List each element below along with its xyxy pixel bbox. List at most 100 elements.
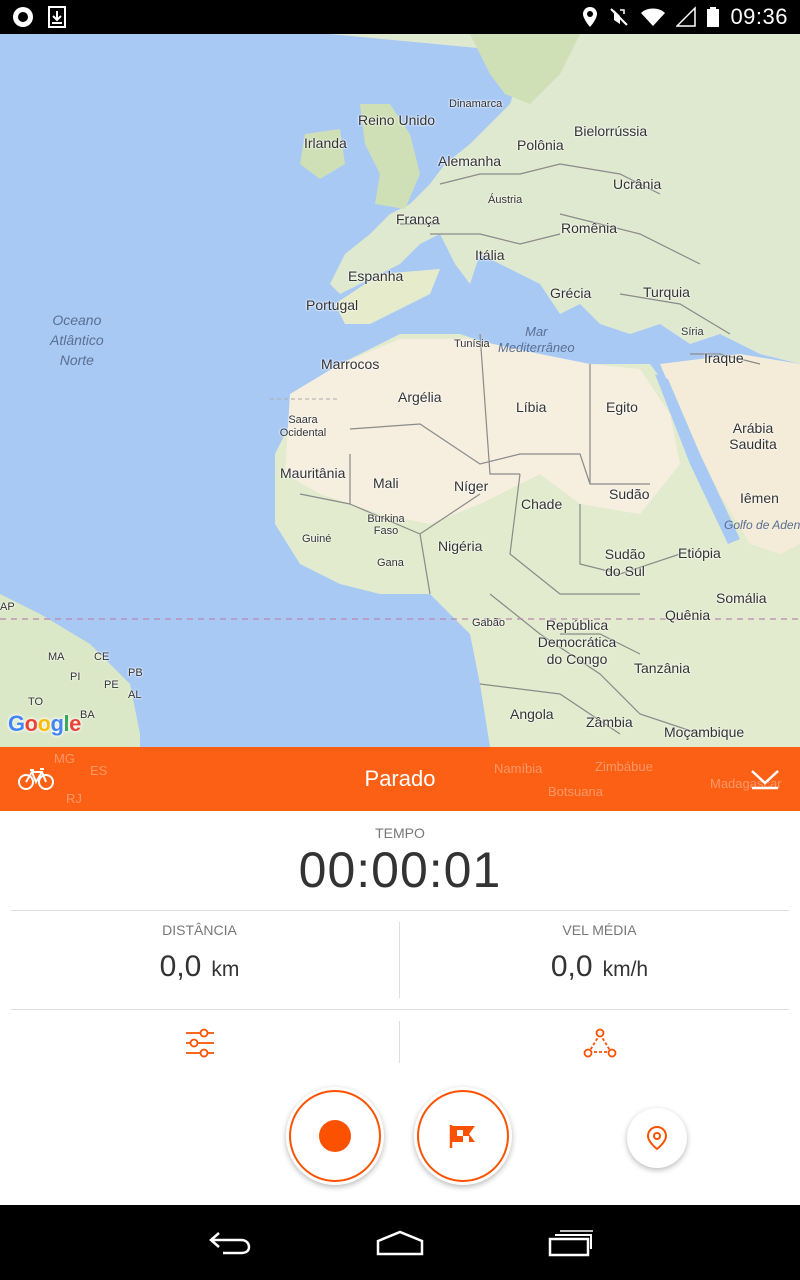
map-label: MA xyxy=(48,651,65,663)
map-label: Líbia xyxy=(516,399,547,415)
map-label: TO xyxy=(28,696,44,708)
map-label: BA xyxy=(80,709,95,721)
map-label: MG xyxy=(54,751,75,766)
mute-icon xyxy=(610,8,629,26)
google-logo: Google xyxy=(8,711,81,736)
map-label: Sudão xyxy=(609,486,650,502)
map-label: Portugal xyxy=(306,297,359,313)
map-label: Saara Ocidental xyxy=(279,414,327,439)
map-label: Níger xyxy=(454,478,489,494)
map-label: Egito xyxy=(606,399,638,415)
avg-speed-unit: km/h xyxy=(602,958,649,981)
map-label: Bielorrússia xyxy=(574,123,648,139)
finish-button-ring xyxy=(417,1090,509,1182)
map-label: Arábia Saudita xyxy=(729,420,777,452)
record-button[interactable] xyxy=(286,1087,384,1185)
home-icon xyxy=(376,1230,424,1256)
record-button-ring xyxy=(289,1090,381,1182)
map-label: AL xyxy=(128,689,142,701)
time-value: 00:00:01 xyxy=(298,842,502,898)
map-label: Itália xyxy=(475,247,505,263)
activity-status-bar: MG ES RJ Namíbia Zimbábue Botsuana Madag… xyxy=(0,747,800,811)
time-label: TEMPO xyxy=(375,825,425,841)
map-label: Nigéria xyxy=(438,538,483,554)
avg-speed-label: VEL MÉDIA xyxy=(562,922,637,938)
map-label: Mauritânia xyxy=(280,465,346,481)
map-label: Chade xyxy=(521,496,563,512)
map-label: Dinamarca xyxy=(449,98,503,110)
map-label: Alemanha xyxy=(438,153,502,169)
sliders-icon xyxy=(186,1028,214,1058)
map-label: Áustria xyxy=(488,194,523,206)
record-indicator-icon xyxy=(13,7,33,27)
map-label: AP xyxy=(0,601,15,613)
map-label: Zâmbia xyxy=(586,714,633,730)
collapse-chevron-icon[interactable] xyxy=(750,767,780,791)
record-icon xyxy=(319,1120,351,1152)
map-label: CE xyxy=(94,651,110,663)
back-icon xyxy=(209,1232,251,1255)
battery-icon xyxy=(707,7,720,27)
divider xyxy=(11,910,789,911)
map-label: Somália xyxy=(716,590,767,606)
app-screen: 09:36 Dinamarca Reino Unido Irlanda Biel… xyxy=(0,0,800,1280)
map-label: Sudão do Sul xyxy=(604,546,646,579)
status-bar: 09:36 xyxy=(0,0,800,34)
activity-status-title: Parado xyxy=(364,766,436,791)
map-label: Marrocos xyxy=(321,356,380,372)
sensor-settings-button[interactable] xyxy=(170,1018,230,1068)
center-location-button[interactable] xyxy=(627,1108,687,1168)
map-label: RJ xyxy=(66,791,82,806)
route-button[interactable] xyxy=(570,1018,630,1068)
sea-label: Mar Mediterrâneo xyxy=(498,324,575,355)
ocean-label: Oceano Atlântico Norte xyxy=(50,312,104,368)
map-label: Irlanda xyxy=(304,135,347,151)
map-label: Moçambique xyxy=(664,724,745,740)
distance-metric: DISTÂNCIA 0,0 km xyxy=(0,922,399,984)
location-icon xyxy=(583,7,598,27)
avg-speed-metric: VEL MÉDIA 0,0 km/h xyxy=(400,922,799,984)
map-label: Tunísia xyxy=(454,338,490,350)
divider xyxy=(399,1021,400,1063)
map-label: Iêmen xyxy=(740,490,779,506)
map-label: Grécia xyxy=(550,285,592,301)
distance-label: DISTÂNCIA xyxy=(162,922,237,938)
map-label: Mali xyxy=(373,475,399,491)
finish-flag-icon xyxy=(449,1125,475,1148)
distance-unit: km xyxy=(211,958,240,981)
distance-value: 0,0 xyxy=(159,950,202,983)
map-label: Espanha xyxy=(348,268,404,284)
divider xyxy=(11,1009,789,1010)
location-pin-icon xyxy=(646,1125,668,1151)
download-icon xyxy=(48,6,66,28)
distance-value-row: 0,0 km xyxy=(0,950,399,984)
route-icon xyxy=(583,1028,617,1058)
wifi-icon xyxy=(641,8,666,26)
map-label: Romênia xyxy=(561,220,618,236)
recents-button[interactable] xyxy=(540,1223,600,1263)
stats-panel: TEMPO 00:00:01 DISTÂNCIA 0,0 km VEL MÉDIA… xyxy=(0,811,800,1205)
finish-button[interactable] xyxy=(414,1087,512,1185)
gulf-label: Golfo de Aden xyxy=(724,518,800,532)
map-label: Iraque xyxy=(704,350,744,366)
map-view[interactable]: Dinamarca Reino Unido Irlanda Bielorrúss… xyxy=(0,34,800,747)
map-label: Gana xyxy=(377,557,404,569)
back-button[interactable] xyxy=(200,1223,260,1263)
map-label: Gabão xyxy=(472,617,506,629)
map-label: Tanzânia xyxy=(634,660,691,676)
map-label: França xyxy=(396,211,440,227)
system-nav-bar xyxy=(0,1205,800,1280)
map-label: Burkina Faso xyxy=(367,513,405,537)
avg-speed-value-row: 0,0 km/h xyxy=(400,950,799,984)
map-label: Polônia xyxy=(517,137,564,153)
map-label: República Democrática do Congo xyxy=(537,617,617,667)
home-button[interactable] xyxy=(370,1223,430,1263)
map-label: PB xyxy=(128,667,143,679)
map-label: Ucrânia xyxy=(613,176,662,192)
avg-speed-value: 0,0 xyxy=(550,950,593,983)
map-label: Angola xyxy=(510,706,554,722)
map-label: Argélia xyxy=(398,389,442,405)
map-label: Síria xyxy=(681,326,704,338)
signal-icon xyxy=(676,6,697,27)
map-label: PI xyxy=(70,671,81,683)
